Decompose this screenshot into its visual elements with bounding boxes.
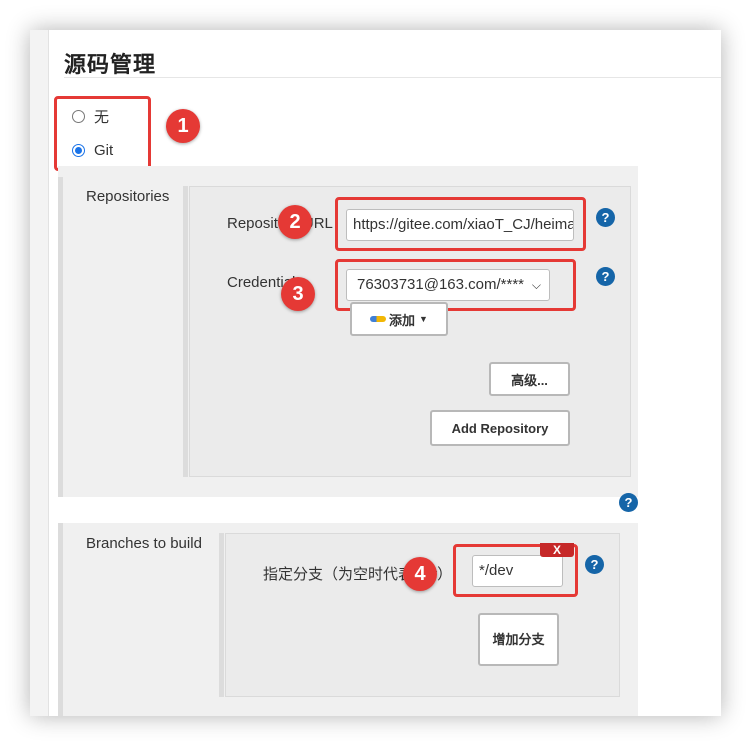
repositories-label: Repositories xyxy=(86,188,170,205)
branch-entry-bar xyxy=(219,533,224,697)
add-credentials-label: 添加 xyxy=(389,312,416,328)
branches-panel-bar xyxy=(58,523,63,716)
annotation-badge-4: 4 xyxy=(403,557,437,591)
highlight-scm-options xyxy=(54,96,151,171)
highlight-repository-url xyxy=(335,197,586,251)
help-icon-branch[interactable]: ? xyxy=(585,555,604,574)
key-icon xyxy=(370,316,387,322)
branches-label: Branches to build xyxy=(86,535,202,552)
repository-entry-bar xyxy=(183,186,188,477)
add-branch-button[interactable]: 增加分支 xyxy=(478,613,559,666)
repositories-panel-bar xyxy=(58,177,63,497)
delete-branch-button[interactable]: X xyxy=(540,543,574,557)
advanced-button[interactable]: 高级... xyxy=(489,362,570,396)
add-repository-button[interactable]: Add Repository xyxy=(430,410,570,446)
help-icon-repositories[interactable]: ? xyxy=(619,493,638,512)
annotation-badge-3: 3 xyxy=(281,277,315,311)
add-credentials-button[interactable]: 添加 ▼ xyxy=(350,302,448,336)
caret-down-icon: ▼ xyxy=(419,314,428,324)
annotation-badge-2: 2 xyxy=(278,205,312,239)
help-icon-credentials[interactable]: ? xyxy=(596,267,615,286)
screenshot-frame: 源码管理 无 Git 1 Repositories Repository URL… xyxy=(30,30,721,716)
title-divider xyxy=(64,77,721,78)
section-title: 源码管理 xyxy=(64,52,157,77)
left-sidebar-strip xyxy=(30,30,49,716)
help-icon-repository-url[interactable]: ? xyxy=(596,208,615,227)
annotation-badge-1: 1 xyxy=(166,109,200,143)
